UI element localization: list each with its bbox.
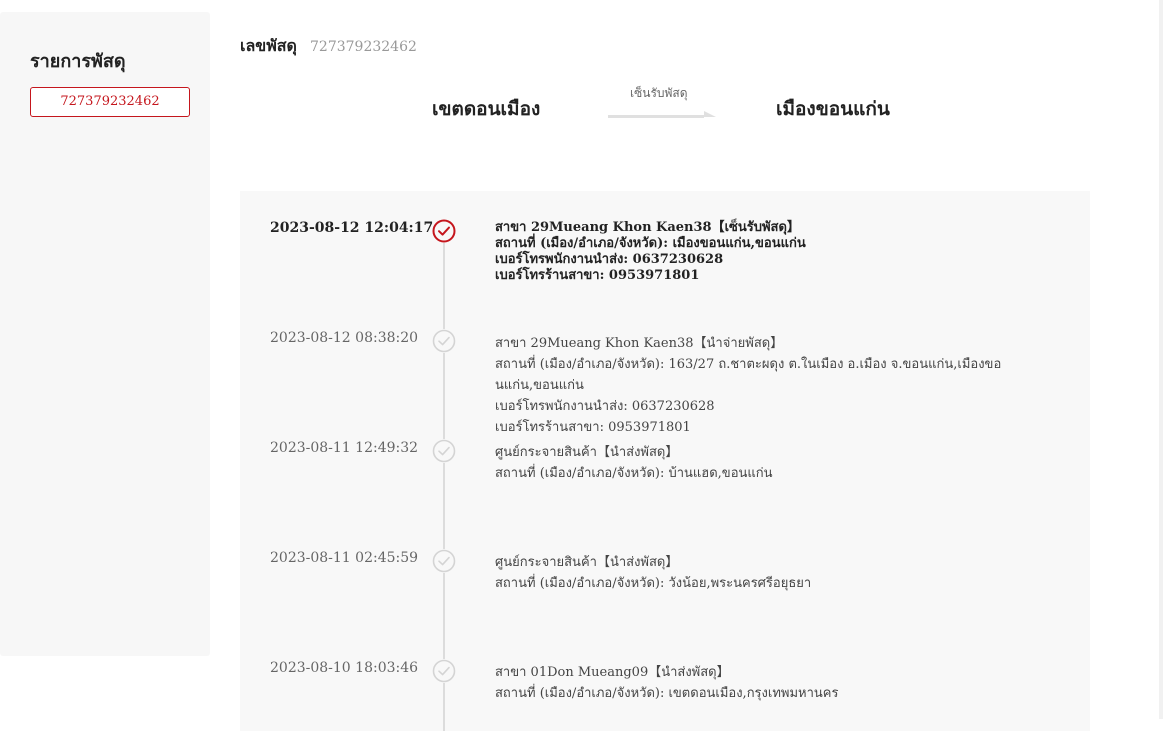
event-detail-line: ศูนย์กระจายสินค้า【นำส่งพัสดุ】 <box>495 445 679 460</box>
event-detail: สาขา 29Mueang Khon Kaen38【นำจ่ายพัสดุ】 สถ… <box>495 333 1005 438</box>
tracking-number-chip[interactable]: 727379232462 <box>30 87 190 117</box>
event-detail-line: สถานที่ (เมือง/อำเภอ/จังหวัด): บ้านแฮด,ข… <box>495 466 773 481</box>
event-detail-line: สถานที่ (เมือง/อำเภอ/จังหวัด): วังน้อย,พ… <box>495 576 812 591</box>
event-detail-line: สถานที่ (เมือง/อำเภอ/จังหวัด): เมืองขอนแ… <box>495 236 806 251</box>
sidebar-title: รายการพัสดุ <box>30 51 126 72</box>
route-destination: เมืองขอนแก่น <box>776 98 890 120</box>
page-scrollbar[interactable] <box>1159 0 1163 719</box>
check-circle-icon <box>432 659 456 683</box>
event-detail-line: สาขา 29Mueang Khon Kaen38【เซ็นรับพัสดุ】 <box>495 220 800 235</box>
route-status: เซ็นรับพัสดุ <box>630 86 688 100</box>
route-origin: เขตดอนเมือง <box>432 98 541 120</box>
parcel-number-label: เลขพัสดุ <box>240 36 297 55</box>
event-detail-line: เบอร์โทรพนักงานนำส่ง: 0637230628 <box>495 399 715 414</box>
event-detail-line: สาขา 29Mueang Khon Kaen38【นำจ่ายพัสดุ】 <box>495 336 784 351</box>
check-circle-icon <box>432 549 456 573</box>
event-time: 2023-08-10 18:03:46 <box>270 660 419 676</box>
tracking-timeline: 2023-08-12 12:04:17 สาขา 29Mueang Khon Ka… <box>240 191 1090 731</box>
check-circle-icon <box>432 329 456 353</box>
event-detail: สาขา 01Don Mueang09【นำส่งพัสดุ】 สถานที่ (… <box>495 662 1005 704</box>
timeline-line <box>443 236 445 731</box>
event-detail: สาขา 29Mueang Khon Kaen38【เซ็นรับพัสดุ】ส… <box>495 220 1005 284</box>
parcel-number: 727379232462 <box>310 39 417 55</box>
event-detail-line: เบอร์โทรร้านสาขา: 0953971801 <box>495 268 700 283</box>
check-circle-icon <box>432 219 456 243</box>
event-detail-line: สถานที่ (เมือง/อำเภอ/จังหวัด): เขตดอนเมื… <box>495 686 839 701</box>
sidebar: รายการพัสดุ 727379232462 <box>0 12 210 656</box>
event-detail: ศูนย์กระจายสินค้า【นำส่งพัสดุ】 สถานที่ (เม… <box>495 552 1005 594</box>
parcel-header: เลขพัสดุ 727379232462 <box>240 34 417 59</box>
arrow-right-icon <box>608 111 716 118</box>
check-circle-icon <box>432 439 456 463</box>
event-detail-line: เบอร์โทรพนักงานนำส่ง: 0637230628 <box>495 252 724 267</box>
event-detail-line: สาขา 01Don Mueang09【นำส่งพัสดุ】 <box>495 665 730 680</box>
event-detail-line: ศูนย์กระจายสินค้า【นำส่งพัสดุ】 <box>495 555 679 570</box>
event-time: 2023-08-11 12:49:32 <box>270 440 419 456</box>
event-time: 2023-08-12 12:04:17 <box>270 220 434 236</box>
event-detail-line: สถานที่ (เมือง/อำเภอ/จังหวัด): 163/27 ถ.… <box>495 357 1002 393</box>
event-detail-line: เบอร์โทรร้านสาขา: 0953971801 <box>495 420 691 435</box>
event-time: 2023-08-12 08:38:20 <box>270 330 419 346</box>
event-detail: ศูนย์กระจายสินค้า【นำส่งพัสดุ】 สถานที่ (เม… <box>495 442 1005 484</box>
event-time: 2023-08-11 02:45:59 <box>270 550 419 566</box>
